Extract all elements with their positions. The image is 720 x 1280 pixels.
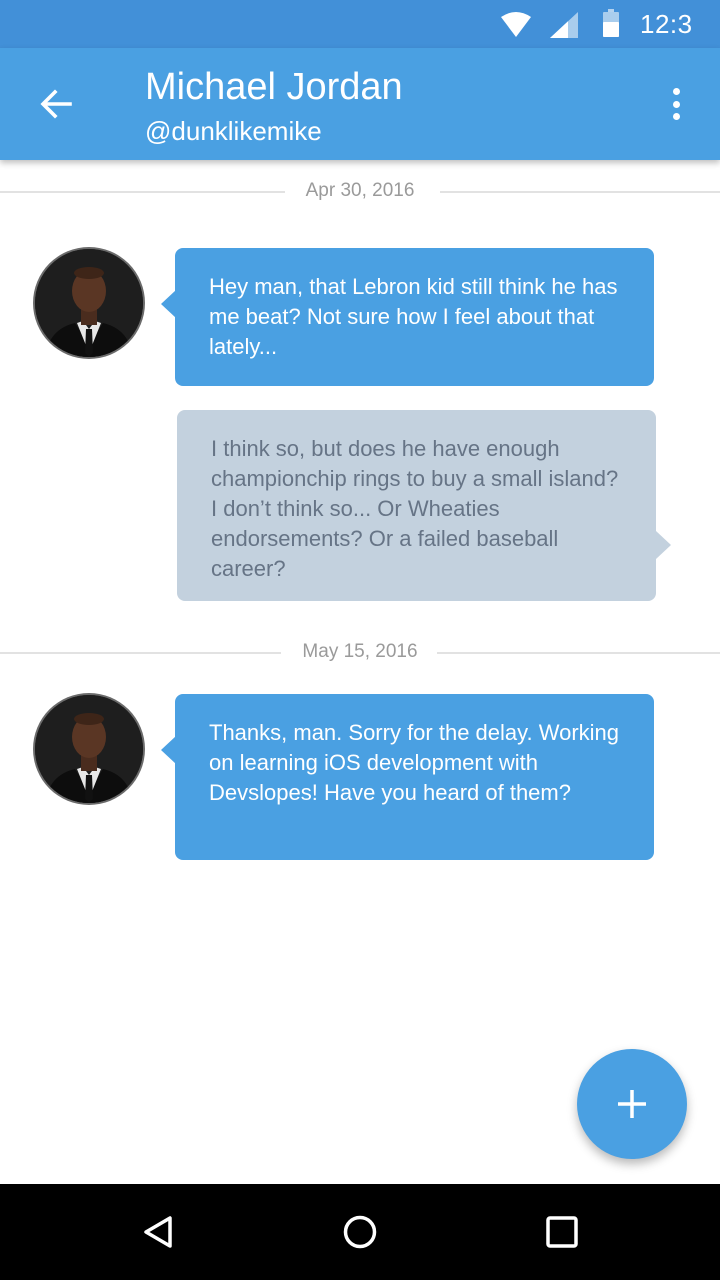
date-separator: Apr 30, 2016 xyxy=(0,177,720,207)
more-options-button[interactable] xyxy=(660,84,692,124)
plus-icon xyxy=(618,1090,646,1118)
message-text: I think so, but does he have enough cham… xyxy=(211,436,619,581)
back-triangle-icon xyxy=(144,1216,172,1248)
recents-square-icon xyxy=(546,1216,578,1248)
message-bubble-incoming[interactable]: Thanks, man. Sorry for the delay. Workin… xyxy=(161,694,654,860)
system-nav-bar xyxy=(0,1184,720,1280)
contact-photo xyxy=(35,695,143,803)
home-circle-icon xyxy=(343,1215,377,1249)
conversation-handle: @dunklikemike xyxy=(145,116,322,146)
conversation-title: Michael Jordan xyxy=(145,66,403,108)
date-separator: May 15, 2016 xyxy=(0,638,720,668)
back-button[interactable] xyxy=(28,78,84,130)
more-vert-icon xyxy=(672,88,680,95)
status-bar: 12:3 xyxy=(0,0,720,48)
message-text: Thanks, man. Sorry for the delay. Workin… xyxy=(209,720,620,805)
avatar[interactable] xyxy=(33,247,145,359)
app-bar: Michael Jordan @dunklikemike xyxy=(0,48,720,160)
nav-recents-button[interactable] xyxy=(540,1210,584,1254)
new-message-button[interactable] xyxy=(577,1049,687,1159)
date-label: May 15, 2016 xyxy=(302,641,418,662)
battery-icon xyxy=(603,9,619,37)
contact-photo xyxy=(35,249,143,357)
signal-icon xyxy=(550,12,578,38)
wifi-icon xyxy=(501,12,531,37)
message-bubble-incoming[interactable]: Hey man, that Lebron kid still think he … xyxy=(161,248,654,386)
nav-home-button[interactable] xyxy=(338,1210,382,1254)
status-time: 12:3 xyxy=(640,9,693,39)
message-bubble-outgoing[interactable]: I think so, but does he have enough cham… xyxy=(177,410,671,601)
message-text: Hey man, that Lebron kid still think he … xyxy=(209,274,618,359)
back-arrow-icon xyxy=(40,89,72,119)
date-label: Apr 30, 2016 xyxy=(305,180,415,201)
nav-back-button[interactable] xyxy=(136,1210,180,1254)
avatar[interactable] xyxy=(33,693,145,805)
